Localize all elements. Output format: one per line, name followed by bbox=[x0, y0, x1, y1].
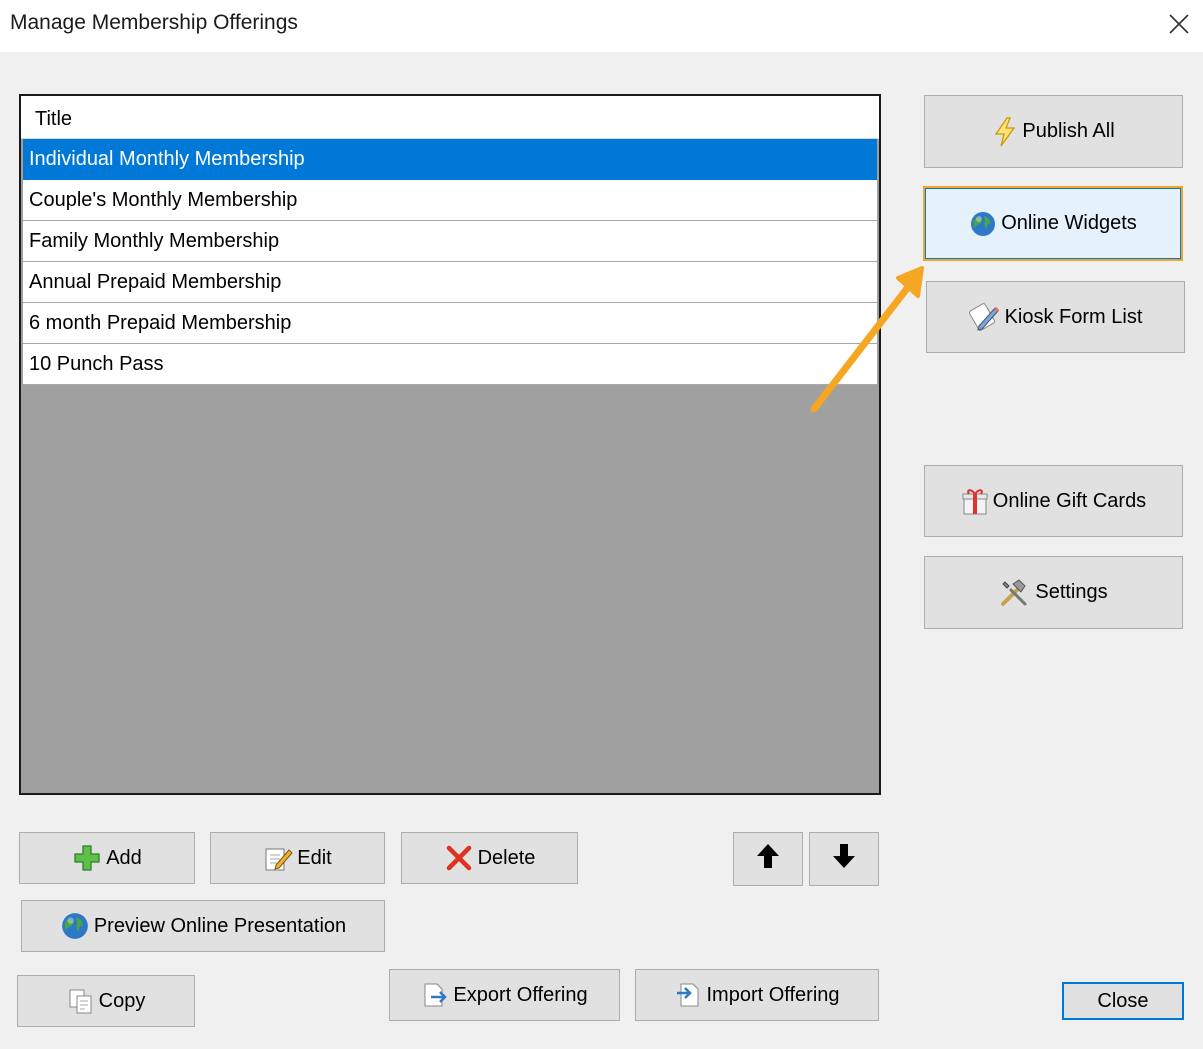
list-item-label: 10 Punch Pass bbox=[29, 353, 164, 375]
kiosk-form-list-button[interactable]: Kiosk Form List bbox=[926, 281, 1185, 353]
publish-all-label: Publish All bbox=[1022, 120, 1115, 142]
tools-icon bbox=[999, 578, 1031, 608]
list-item[interactable]: 6 month Prepaid Membership bbox=[23, 303, 877, 344]
preview-label: Preview Online Presentation bbox=[93, 914, 347, 937]
export-offering-label: Export Offering bbox=[453, 983, 588, 1006]
move-down-button[interactable] bbox=[809, 832, 879, 886]
window-title: Manage Membership Offerings bbox=[10, 11, 298, 34]
list-item[interactable]: Family Monthly Membership bbox=[23, 221, 877, 262]
lightning-icon bbox=[992, 116, 1018, 147]
plus-icon bbox=[72, 843, 102, 873]
online-widgets-button[interactable]: Online Widgets bbox=[923, 186, 1183, 261]
publish-all-button[interactable]: Publish All bbox=[924, 95, 1183, 168]
online-gift-cards-label: Online Gift Cards bbox=[992, 489, 1147, 512]
close-button[interactable]: Close bbox=[1062, 982, 1184, 1020]
preview-online-presentation-button[interactable]: Preview Online Presentation bbox=[21, 900, 385, 952]
list-item[interactable]: Annual Prepaid Membership bbox=[23, 262, 877, 303]
delete-label: Delete bbox=[477, 846, 536, 869]
export-offering-button[interactable]: Export Offering bbox=[389, 969, 620, 1021]
close-icon[interactable] bbox=[1163, 8, 1195, 40]
delete-x-icon bbox=[444, 843, 474, 873]
title-bar: Manage Membership Offerings bbox=[0, 0, 1203, 52]
list-item[interactable]: Couple's Monthly Membership bbox=[23, 180, 877, 221]
copy-label: Copy bbox=[98, 989, 146, 1012]
arrow-down-icon bbox=[831, 842, 857, 876]
edit-button[interactable]: Edit bbox=[210, 832, 385, 884]
list-item[interactable]: 10 Punch Pass bbox=[23, 344, 877, 385]
close-label: Close bbox=[1097, 989, 1149, 1012]
membership-list[interactable]: Title Individual Monthly Membership Coup… bbox=[19, 94, 881, 795]
pencil-icon bbox=[968, 302, 1001, 332]
edit-label: Edit bbox=[297, 846, 332, 869]
annotation-arrow bbox=[810, 266, 924, 413]
delete-button[interactable]: Delete bbox=[401, 832, 578, 884]
list-item-label: Individual Monthly Membership bbox=[29, 148, 305, 170]
copy-icon bbox=[67, 987, 95, 1015]
column-header-label: Title bbox=[35, 108, 73, 130]
add-label: Add bbox=[106, 846, 142, 869]
globe-icon bbox=[969, 210, 997, 238]
list-item[interactable]: Individual Monthly Membership bbox=[23, 139, 877, 180]
import-offering-button[interactable]: Import Offering bbox=[635, 969, 879, 1021]
export-icon bbox=[421, 981, 449, 1009]
edit-icon bbox=[263, 844, 293, 872]
list-item-label: Annual Prepaid Membership bbox=[29, 271, 282, 293]
arrow-up-icon bbox=[755, 842, 781, 876]
column-header-title[interactable]: Title bbox=[21, 96, 879, 139]
settings-button[interactable]: Settings bbox=[924, 556, 1183, 629]
list-item-label: 6 month Prepaid Membership bbox=[29, 312, 292, 334]
import-icon bbox=[674, 981, 702, 1009]
settings-label: Settings bbox=[1035, 581, 1108, 603]
globe-icon bbox=[60, 911, 90, 941]
move-up-button[interactable] bbox=[733, 832, 803, 886]
import-offering-label: Import Offering bbox=[706, 983, 840, 1006]
kiosk-form-list-label: Kiosk Form List bbox=[1004, 305, 1143, 328]
list-item-label: Couple's Monthly Membership bbox=[29, 189, 298, 211]
list-item-label: Family Monthly Membership bbox=[29, 230, 280, 252]
online-gift-cards-button[interactable]: Online Gift Cards bbox=[924, 465, 1183, 537]
copy-button[interactable]: Copy bbox=[17, 975, 195, 1027]
online-widgets-label: Online Widgets bbox=[1001, 212, 1137, 234]
add-button[interactable]: Add bbox=[19, 832, 195, 884]
gift-icon bbox=[961, 486, 989, 516]
